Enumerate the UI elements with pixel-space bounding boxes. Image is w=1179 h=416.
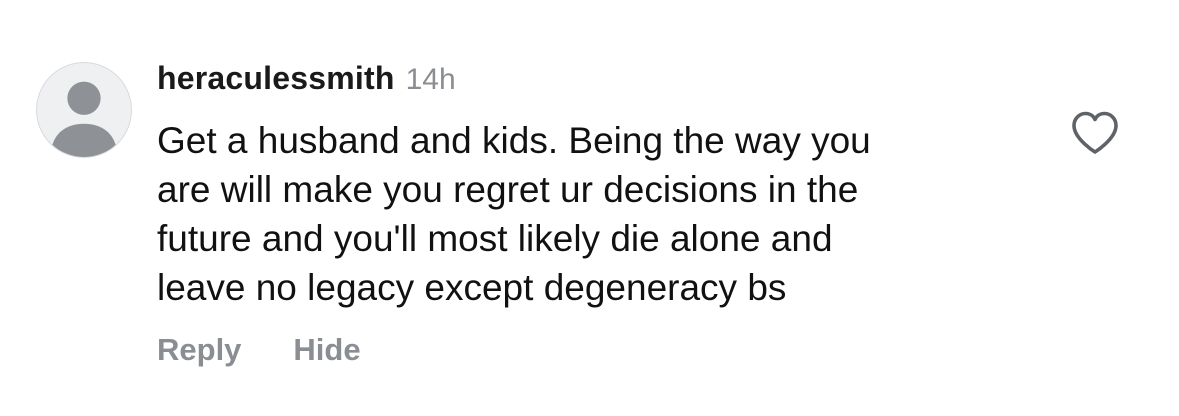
comment-content: heraculessmith 14h Get a husband and kid…: [157, 60, 1037, 312]
comment-text-line: are will make you regret ur decisions in…: [157, 169, 859, 210]
comment-item: heraculessmith 14h Get a husband and kid…: [0, 0, 1179, 416]
hide-button[interactable]: Hide: [293, 332, 360, 368]
comment-header: heraculessmith 14h: [157, 60, 1037, 104]
reply-button[interactable]: Reply: [157, 332, 241, 368]
comment-text-line: leave no legacy except degeneracy bs: [157, 267, 787, 308]
comment-actions: Reply Hide: [157, 332, 361, 368]
heart-outline-icon[interactable]: [1070, 110, 1120, 156]
comment-text: Get a husband and kids. Being the way yo…: [157, 116, 1017, 312]
username-link[interactable]: heraculessmith: [157, 60, 395, 97]
default-user-avatar-icon[interactable]: [36, 62, 132, 158]
comment-timestamp: 14h: [405, 63, 456, 96]
comment-text-line: future and you'll most likely die alone …: [157, 218, 833, 259]
comment-text-line: Get a husband and kids. Being the way yo…: [157, 120, 871, 161]
